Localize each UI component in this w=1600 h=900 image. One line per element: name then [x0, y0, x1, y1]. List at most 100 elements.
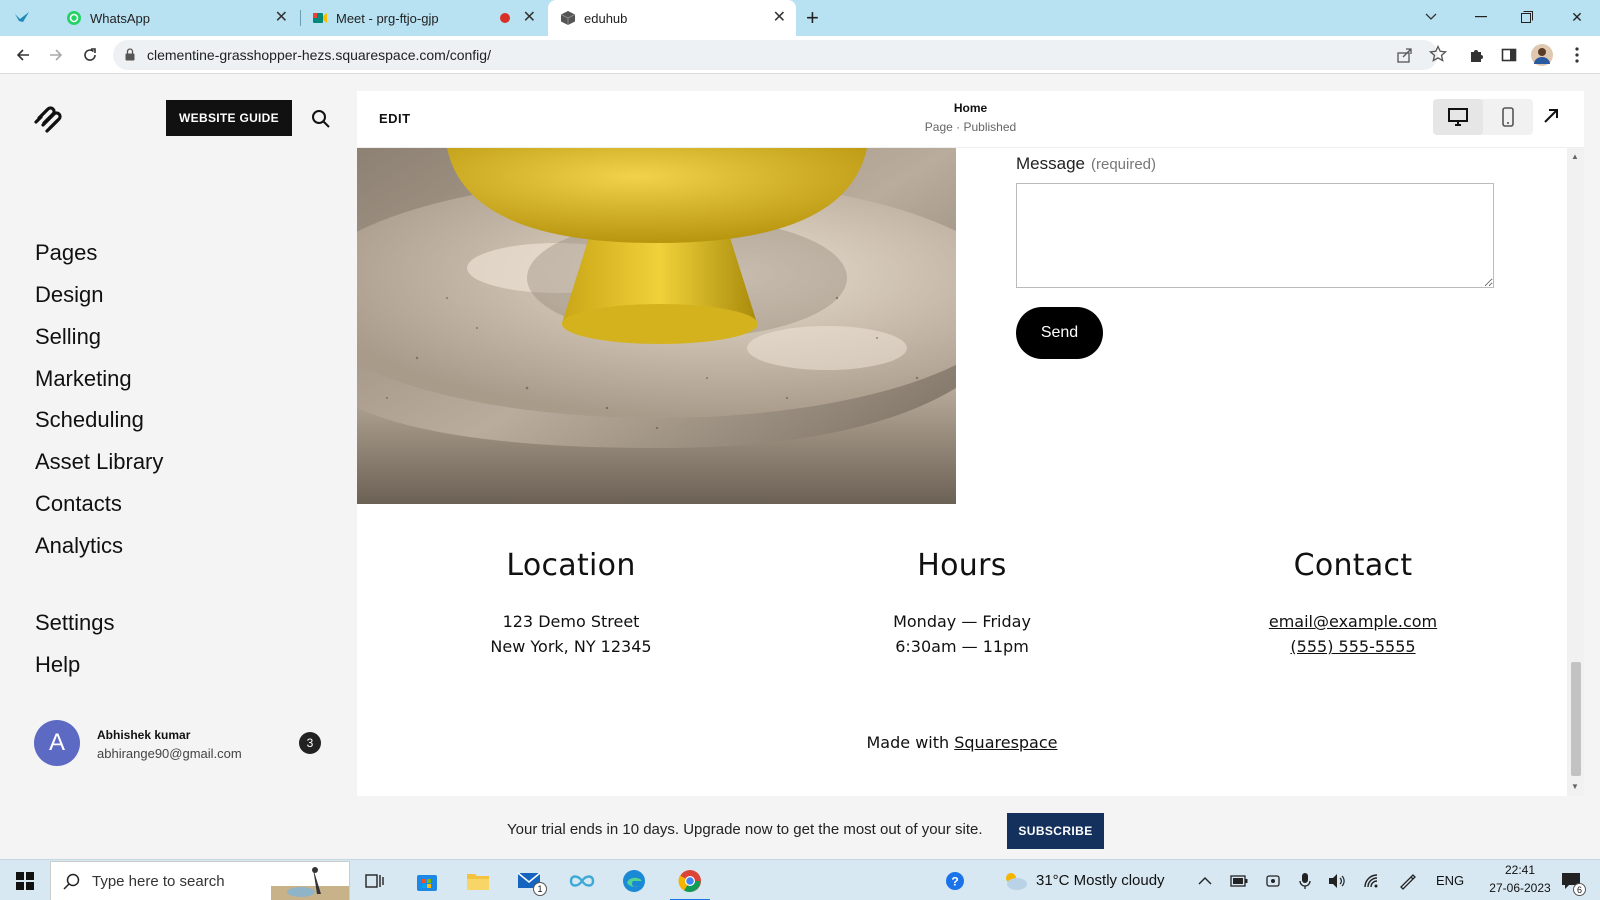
meet-now-icon[interactable] — [1258, 866, 1288, 896]
search-highlight-icon — [271, 864, 349, 900]
site-editor-panel: EDIT Home Page · Published Message (requ… — [357, 91, 1584, 796]
clock-date[interactable]: 27-06-2023 — [1476, 881, 1564, 895]
page-preview: Message (required) Send Location 123 Demo… — [357, 148, 1567, 796]
close-icon[interactable]: ✕ — [275, 9, 288, 27]
tab-label: eduhub — [584, 10, 628, 26]
volume-icon[interactable] — [1322, 866, 1352, 896]
sidebar-item-scheduling[interactable]: Scheduling — [35, 407, 144, 433]
bird-icon — [14, 10, 30, 26]
hours-times: 6:30am — 11pm — [895, 637, 1029, 656]
address-bar[interactable]: clementine-grasshopper-hezs.squarespace.… — [113, 40, 1448, 70]
wifi-icon[interactable] — [1357, 866, 1387, 896]
browser-toolbar: clementine-grasshopper-hezs.squarespace.… — [0, 36, 1600, 74]
tab-label: WhatsApp — [90, 10, 150, 26]
file-explorer-icon[interactable] — [463, 866, 493, 896]
taskbar-search-box[interactable]: Type here to search — [50, 861, 350, 900]
meet-icon — [312, 10, 328, 26]
scrollbar-thumb[interactable] — [1571, 662, 1581, 776]
chevron-up-icon[interactable] — [1190, 866, 1220, 896]
website-guide-button[interactable]: WEBSITE GUIDE — [166, 100, 292, 136]
tab-whatsapp[interactable]: WhatsApp ✕ — [58, 0, 298, 36]
battery-icon[interactable] — [1224, 866, 1254, 896]
product-image[interactable] — [357, 148, 956, 504]
email-link[interactable]: email@example.com — [1269, 612, 1437, 631]
mail-icon[interactable]: 1 — [515, 866, 547, 896]
close-icon[interactable]: ✕ — [523, 9, 536, 27]
sidebar-item-asset-library[interactable]: Asset Library — [35, 449, 163, 475]
phone-link[interactable]: (555) 555-5555 — [1290, 637, 1415, 656]
subscribe-button[interactable]: SUBSCRIBE — [1007, 813, 1104, 849]
page-title: Home — [953, 101, 988, 115]
search-icon — [63, 873, 81, 896]
squarespace-logo-icon[interactable] — [33, 103, 65, 135]
sidebar-item-contacts[interactable]: Contacts — [35, 491, 122, 517]
scroll-down-arrow-icon[interactable]: ▼ — [1571, 782, 1579, 791]
squarespace-sidebar: WEBSITE GUIDE Pages Design Selling Marke… — [0, 75, 349, 803]
tab-search-chevron-icon[interactable] — [1408, 0, 1454, 34]
minimize-icon[interactable] — [1458, 0, 1504, 34]
microphone-icon[interactable] — [1290, 866, 1320, 896]
send-button[interactable]: Send — [1016, 307, 1103, 359]
microsoft-store-icon[interactable] — [412, 866, 442, 896]
notification-center-icon[interactable]: 6 — [1556, 866, 1586, 896]
search-placeholder: Type here to search — [92, 873, 225, 890]
sidebar-item-marketing[interactable]: Marketing — [35, 366, 132, 392]
contact-heading: Contact — [1293, 548, 1413, 583]
scroll-up-arrow-icon[interactable]: ▲ — [1571, 152, 1579, 161]
tab-eduhub[interactable]: eduhub ✕ — [548, 0, 796, 36]
squarespace-link[interactable]: Squarespace — [954, 733, 1057, 752]
pen-icon[interactable] — [1392, 866, 1422, 896]
user-email: abhirange90@gmail.com — [97, 746, 242, 761]
weather-text[interactable]: 31°C Mostly cloudy — [1036, 872, 1165, 889]
tab-meet[interactable]: Meet - prg-ftjo-gjp ✕ — [302, 0, 546, 36]
new-tab-button[interactable]: + — [806, 0, 832, 36]
made-with-credit: Made with Squarespace — [866, 733, 1058, 752]
restore-icon[interactable] — [1504, 0, 1550, 34]
chrome-icon[interactable] — [670, 866, 710, 900]
mobile-view-icon[interactable] — [1483, 99, 1533, 135]
help-icon[interactable]: ? — [940, 866, 970, 896]
sidebar-item-design[interactable]: Design — [35, 282, 103, 308]
task-view-icon[interactable] — [360, 866, 390, 896]
address-line-1: 123 Demo Street — [502, 612, 640, 631]
sidebar-item-selling[interactable]: Selling — [35, 324, 101, 350]
pinned-tab[interactable] — [14, 0, 48, 36]
recording-icon — [500, 13, 510, 23]
weather-cloud-icon[interactable] — [1000, 866, 1030, 896]
hours-days: Monday — Friday — [893, 612, 1031, 631]
close-window-icon[interactable]: ✕ — [1554, 0, 1600, 34]
scrollbar[interactable]: ▲ ▼ — [1567, 148, 1584, 796]
infinity-app-icon[interactable] — [567, 866, 597, 896]
sidebar-item-settings[interactable]: Settings — [35, 610, 115, 636]
device-view-toggle — [1433, 99, 1533, 135]
account-menu[interactable]: A Abhishek kumar abhirange90@gmail.com 3 — [34, 720, 324, 770]
share-icon[interactable] — [1396, 46, 1414, 69]
kebab-menu-icon[interactable] — [1565, 43, 1589, 67]
svg-text:?: ? — [951, 875, 958, 889]
close-icon[interactable]: ✕ — [773, 9, 786, 27]
trial-banner: Your trial ends in 10 days. Upgrade now … — [0, 803, 1600, 859]
language-indicator[interactable]: ENG — [1436, 873, 1464, 888]
back-arrow-icon[interactable] — [11, 43, 35, 67]
search-icon[interactable] — [311, 109, 331, 129]
side-panel-icon[interactable] — [1497, 43, 1521, 67]
notification-badge[interactable]: 3 — [299, 732, 321, 754]
message-field[interactable] — [1016, 183, 1494, 288]
open-in-new-icon[interactable] — [1542, 107, 1564, 129]
star-icon[interactable] — [1428, 44, 1448, 68]
sidebar-item-pages[interactable]: Pages — [35, 240, 97, 266]
url-text: clementine-grasshopper-hezs.squarespace.… — [147, 47, 491, 63]
reload-icon[interactable] — [78, 43, 102, 67]
edge-browser-icon[interactable] — [619, 866, 649, 896]
desktop-view-icon[interactable] — [1433, 99, 1483, 135]
location-block: Location 123 Demo Street New York, NY 12… — [381, 548, 761, 659]
profile-avatar-icon[interactable] — [1530, 43, 1554, 67]
windows-start-icon[interactable] — [10, 866, 40, 896]
forward-arrow-icon[interactable] — [44, 43, 68, 67]
sidebar-item-help[interactable]: Help — [35, 652, 80, 678]
extensions-puzzle-icon[interactable] — [1464, 43, 1488, 67]
user-name: Abhishek kumar — [97, 728, 191, 742]
sidebar-item-analytics[interactable]: Analytics — [35, 533, 123, 559]
notification-count: 6 — [1573, 883, 1586, 896]
clock-time[interactable]: 22:41 — [1490, 863, 1550, 877]
